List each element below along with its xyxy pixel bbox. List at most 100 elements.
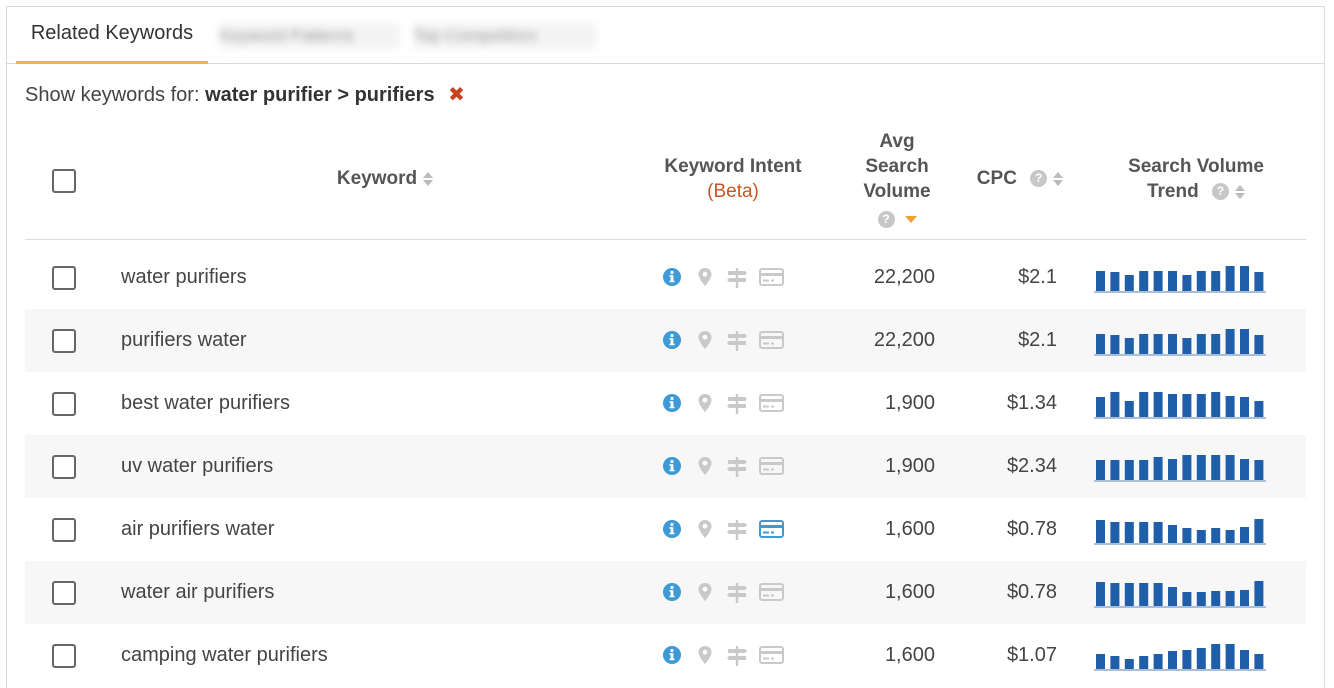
trend-sparkline[interactable] <box>1094 579 1266 608</box>
keyword-text[interactable]: water purifiers <box>121 246 247 309</box>
table-header: Keyword Keyword Intent (Beta) Avg Search… <box>25 119 1306 240</box>
trend-bar <box>1168 334 1177 354</box>
trend-bar <box>1254 272 1264 291</box>
row-checkbox[interactable] <box>52 266 76 290</box>
search-volume: 1,600 <box>884 581 935 603</box>
tab-top-competitors[interactable]: Top Competitors <box>413 23 597 49</box>
info-icon[interactable] <box>662 330 682 350</box>
trend-bar <box>1182 592 1192 606</box>
keyword-column-header[interactable]: Keyword <box>295 166 475 191</box>
volume-header-line-1: Avg <box>879 131 915 152</box>
table-row: uv water purifiers 1,900 $2.34 <box>25 435 1306 498</box>
trend-bar <box>1240 650 1249 669</box>
search-volume: 1,900 <box>884 392 935 414</box>
trend-bar <box>1254 519 1264 543</box>
trend-bar <box>1124 583 1134 606</box>
signpost-icon <box>727 268 747 288</box>
trend-bar <box>1139 656 1149 669</box>
keyword-text[interactable]: best water purifiers <box>121 372 290 435</box>
trend-bar <box>1211 392 1221 417</box>
location-pin-icon <box>698 331 712 349</box>
trend-bar <box>1096 520 1105 543</box>
trend-bar <box>1124 659 1134 669</box>
info-icon[interactable] <box>662 393 682 413</box>
cpc-value: $2.34 <box>1006 455 1057 477</box>
trend-sparkline[interactable] <box>1094 327 1266 356</box>
trend-sparkline[interactable] <box>1094 453 1266 482</box>
row-checkbox[interactable] <box>52 581 76 605</box>
cpc-column-header[interactable]: CPC ? <box>960 166 1080 191</box>
location-pin-icon <box>698 520 712 538</box>
tab-related-keywords[interactable]: Related Keywords <box>16 7 208 64</box>
signpost-icon <box>727 646 747 666</box>
keyword-text[interactable]: camping water purifiers <box>121 624 328 687</box>
row-checkbox[interactable] <box>52 392 76 416</box>
intent-icons <box>662 582 792 604</box>
trend-bar <box>1139 392 1149 417</box>
cpc-value: $0.78 <box>1006 518 1057 540</box>
intent-icons <box>662 267 792 289</box>
sort-icon[interactable] <box>1053 171 1064 187</box>
keyword-text[interactable]: uv water purifiers <box>121 435 273 498</box>
trend-column-header[interactable]: Search Volume Trend ? <box>1105 154 1287 204</box>
sort-icon[interactable] <box>1235 184 1245 200</box>
trend-bar <box>1168 587 1177 606</box>
trend-bar <box>1153 583 1163 606</box>
info-icon[interactable] <box>662 456 682 476</box>
search-volume: 1,600 <box>884 518 935 540</box>
sort-desc-icon[interactable] <box>904 216 917 224</box>
help-icon[interactable]: ? <box>877 211 895 229</box>
trend-bar <box>1168 651 1177 669</box>
trend-sparkline[interactable] <box>1094 390 1266 419</box>
table-row: water air purifiers 1,600 $0.78 <box>25 561 1306 624</box>
volume-column-header[interactable]: Avg Search Volume ? <box>837 129 957 232</box>
trend-bar <box>1124 338 1134 354</box>
table-row: water purifiers 22,200 $2.1 <box>25 246 1306 309</box>
info-icon[interactable] <box>662 267 682 287</box>
tab-keyword-patterns[interactable]: Keyword Patterns <box>220 23 400 49</box>
select-all-checkbox[interactable] <box>52 169 76 193</box>
beta-label: (Beta) <box>707 181 759 202</box>
row-checkbox[interactable] <box>52 644 76 668</box>
trend-sparkline[interactable] <box>1094 516 1266 545</box>
intent-column-header: Keyword Intent (Beta) <box>645 154 821 204</box>
row-checkbox[interactable] <box>52 329 76 353</box>
search-volume: 22,200 <box>873 329 935 351</box>
trend-bar <box>1182 455 1192 480</box>
credit-card-icon <box>759 583 784 601</box>
keyword-text[interactable]: air purifiers water <box>121 498 274 561</box>
trend-bar <box>1110 656 1120 669</box>
trend-bar <box>1196 271 1206 291</box>
trend-sparkline[interactable] <box>1094 264 1266 293</box>
close-icon[interactable]: ✖ <box>448 82 465 107</box>
info-icon[interactable] <box>662 582 682 602</box>
info-icon[interactable] <box>662 519 682 539</box>
intent-icons <box>662 393 792 415</box>
trend-chart <box>1096 581 1264 606</box>
sort-icon[interactable] <box>423 171 434 187</box>
help-icon[interactable]: ? <box>1212 183 1229 201</box>
trend-bar <box>1182 338 1192 354</box>
trend-bar <box>1182 528 1192 543</box>
trend-bar <box>1225 329 1235 354</box>
trend-bar <box>1211 334 1221 354</box>
row-checkbox[interactable] <box>52 455 76 479</box>
trend-bar <box>1096 654 1105 669</box>
signpost-icon <box>727 457 747 477</box>
trend-bar <box>1168 525 1177 543</box>
keyword-text[interactable]: purifiers water <box>121 309 247 372</box>
trend-bar <box>1096 582 1105 606</box>
trend-sparkline[interactable] <box>1094 642 1266 671</box>
tab-bar: Related Keywords Keyword Patterns Top Co… <box>7 7 1324 64</box>
row-checkbox[interactable] <box>52 518 76 542</box>
trend-bar <box>1096 460 1105 480</box>
cpc-value: $2.1 <box>1018 266 1057 288</box>
trend-bar <box>1240 397 1249 417</box>
trend-bar <box>1153 271 1163 291</box>
info-icon[interactable] <box>662 645 682 665</box>
help-icon[interactable]: ? <box>1030 170 1048 188</box>
trend-bar <box>1153 457 1163 480</box>
cpc-value: $1.07 <box>1006 644 1057 666</box>
keyword-text[interactable]: water air purifiers <box>121 561 274 624</box>
credit-card-icon <box>759 268 784 286</box>
